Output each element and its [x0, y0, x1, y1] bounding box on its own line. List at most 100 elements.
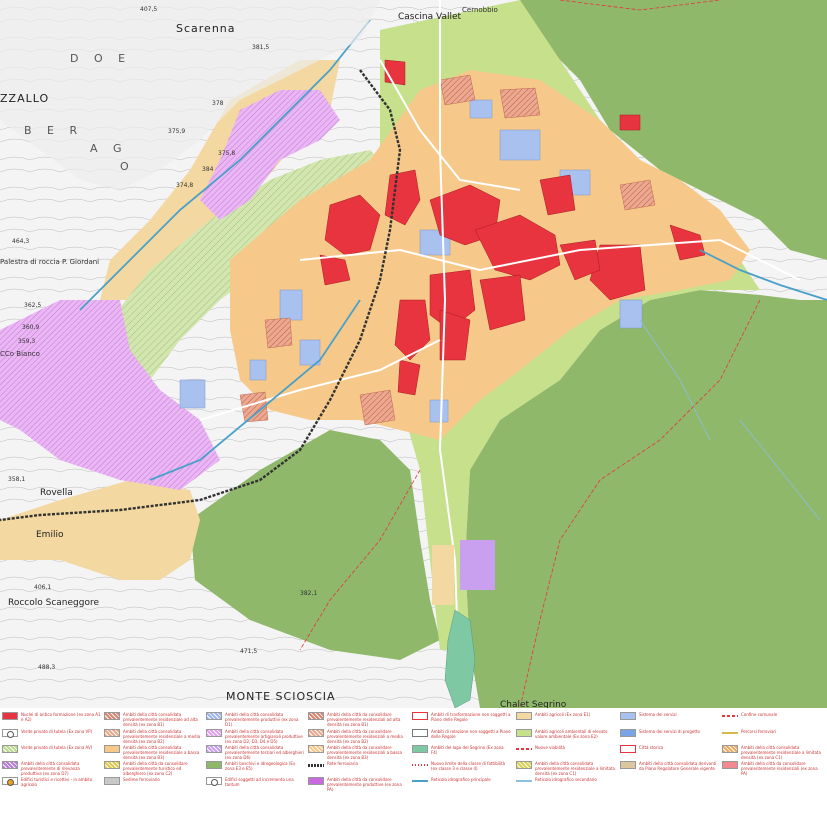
legend-swatch	[206, 761, 222, 769]
place-label: B E R	[24, 124, 84, 137]
place-label: Rovella	[40, 488, 73, 498]
legend-label: Ambiti della città consolidata prevalent…	[21, 761, 80, 776]
legend-label: Ambiti della città consolidata prevalent…	[225, 712, 299, 727]
legend-swatch	[516, 748, 532, 750]
elevation-label: 471,5	[240, 648, 258, 655]
legend-label: Ambiti del lago del Segrino (Ex zona F4)	[431, 745, 504, 755]
legend-label: Ambiti della città da consolidare preval…	[327, 745, 402, 760]
legend-swatch	[206, 745, 222, 753]
legend-swatch	[104, 761, 120, 769]
legend-swatch	[206, 729, 222, 737]
legend-label: Cittá storica	[639, 745, 664, 750]
legend-item: Reticolo idrografico principale	[412, 777, 511, 782]
legend-label: Ambiti di trasformazione non soggetti a …	[431, 712, 511, 722]
legend-label: Ambiti agricoli ambientali di elevato va…	[535, 729, 608, 739]
legend-swatch	[516, 712, 532, 720]
legend-item: Ambiti boschivi e idrogeologica (Ex zona…	[206, 761, 305, 771]
legend-label: Rete ferroviaria	[327, 761, 358, 766]
legend-swatch	[308, 777, 324, 785]
legend-item: Rete ferroviaria	[308, 761, 407, 767]
legend-label: Nuovo limite della classe di fattibilità…	[431, 761, 506, 771]
legend-swatch	[722, 715, 738, 717]
elevation-label: 378	[212, 100, 224, 107]
legend-item: Ambiti della città consolidata prevalent…	[516, 761, 615, 776]
place-label: CCo Bianco	[0, 350, 40, 358]
elevation-label: 407,5	[140, 6, 158, 13]
legend-item: Ambiti della città consolidata prevalent…	[104, 729, 203, 744]
legend-swatch	[620, 729, 636, 737]
legend-item: Sistema dei servizi di progetto	[620, 729, 719, 737]
legend-label: Ambiti della città consolidata prevalent…	[225, 729, 303, 744]
legend-label: Reticolo idrografico principale	[431, 777, 491, 782]
legend-swatch	[412, 729, 428, 737]
legend-item: Ambiti della città consolidata prevalent…	[206, 729, 305, 744]
legend-item: Nuove viabilità	[516, 745, 615, 750]
place-label: A G	[90, 142, 128, 155]
legend-label: Verde privato di tutela (Ex zona AV)	[21, 745, 93, 750]
elevation-label: 374,8	[176, 182, 194, 189]
legend-swatch	[206, 712, 222, 720]
legend-swatch	[516, 729, 532, 737]
legend-item: Confine comunale	[722, 712, 821, 717]
legend-item: Percorsi ferroviari	[722, 729, 821, 734]
place-label: ZZALLO	[0, 92, 50, 105]
legend-item: Ambiti della città consolidata prevalent…	[104, 712, 203, 727]
elevation-label: 358,1	[8, 476, 26, 483]
legend-item: Verde privato di tutela (Ex zona VP)	[2, 729, 101, 738]
legend-label: Edifici soggetti ad incremento una tantu…	[225, 777, 294, 787]
legend-label: Ambiti della città consolidata derivanti…	[639, 761, 717, 771]
place-label: Palestra di roccia P. Giordani	[0, 258, 100, 266]
legend-swatch	[308, 729, 324, 737]
legend-item: Ambiti della città consolidata prevalent…	[2, 761, 101, 776]
legend-label: Nuove viabilità	[535, 745, 565, 750]
legend-swatch	[722, 732, 738, 734]
legend-swatch	[2, 761, 18, 769]
legend-item: Ambiti di trasformazione non soggetti a …	[412, 712, 511, 722]
legend-swatch	[620, 745, 636, 753]
legend-swatch	[412, 712, 428, 720]
legend-symbol-icon	[2, 729, 18, 738]
legend-label: Sedime ferroviario	[123, 777, 160, 782]
elevation-label: 381,5	[252, 44, 270, 51]
place-label: Roccolo Scaneggore	[8, 598, 100, 608]
legend-label: Reticolo idrografico secondario	[535, 777, 597, 782]
place-label: Cascina Vallet	[398, 12, 462, 22]
legend-item: Ambiti della città da consolidare preval…	[722, 761, 821, 776]
elevation-label: 360,9	[22, 324, 40, 331]
map-legend: Nuclei di antica formazione (ex zona A1 …	[0, 708, 827, 821]
legend-item: Edifici turistici e ricettivi - in ambit…	[2, 777, 101, 787]
legend-item: Ambiti della città consolidata prevalent…	[722, 745, 821, 760]
legend-item: Ambiti agricoli ambientali di elevato va…	[516, 729, 615, 739]
legend-item: Cittá storica	[620, 745, 719, 753]
legend-label: Ambiti della città consolidata prevalent…	[123, 712, 198, 727]
elevation-label: 362,5	[24, 302, 42, 309]
elevation-label: 382,1	[300, 590, 318, 597]
legend-swatch	[620, 712, 636, 720]
legend-label: Ambiti della città consolidata prevalent…	[741, 745, 821, 760]
legend-item: Ambiti di relazione non soggetti a Piano…	[412, 729, 511, 739]
legend-label: Verde privato di tutela (Ex zona VP)	[21, 729, 93, 734]
legend-item: Ambiti della città consolidata prevalent…	[206, 712, 305, 727]
legend-label: Ambiti della città consolidata prevalent…	[225, 745, 304, 760]
place-label: MONTE SCIOSCIA	[226, 690, 336, 703]
legend-swatch	[722, 761, 738, 769]
legend-label: Ambiti della città da consolidare preval…	[327, 777, 402, 792]
legend-swatch	[308, 764, 324, 767]
place-label: D O E	[70, 52, 132, 65]
legend-swatch	[620, 761, 636, 769]
legend-swatch	[516, 780, 532, 782]
place-label: Emilio	[36, 530, 64, 540]
elevation-label: 488,3	[38, 664, 56, 671]
legend-item: Nuclei di antica formazione (ex zona A1 …	[2, 712, 101, 722]
legend-label: Ambiti della città consolidata prevalent…	[535, 761, 615, 776]
agricultural-patch-south	[432, 545, 454, 605]
legend-item: Ambiti agricoli (Ex zona E1)	[516, 712, 615, 720]
legend-symbol-icon	[206, 777, 222, 786]
legend-item: Ambiti della città da consolidare preval…	[308, 712, 407, 727]
legend-swatch	[104, 745, 120, 753]
zoning-map[interactable]: Scarenna Cascina Vallet Cernobbio D O E …	[0, 0, 827, 708]
legend-item: Ambiti della città da consolidare preval…	[308, 729, 407, 744]
tourist-zone-south	[460, 540, 495, 590]
legend-swatch	[104, 729, 120, 737]
legend-label: Sistema dei servizi	[639, 712, 677, 717]
